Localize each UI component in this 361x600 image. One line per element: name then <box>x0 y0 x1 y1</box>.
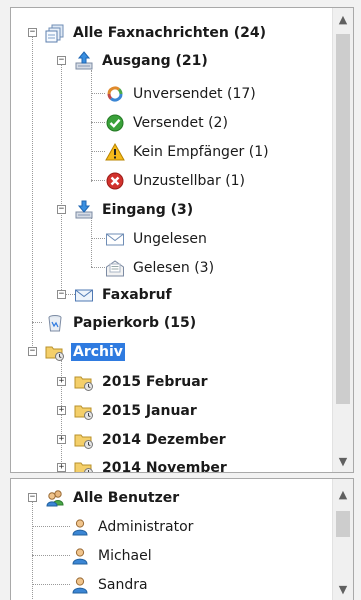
fax-folder-tree-panel: − − − − − + + + + Alle Faxnachrichten (2… <box>10 7 354 473</box>
tree-line <box>32 555 70 556</box>
archive-folder-icon <box>74 458 94 472</box>
tree-item-label: Administrator <box>98 518 194 535</box>
collapse-toggle-all-fax[interactable]: − <box>28 28 37 37</box>
vertical-scrollbar[interactable]: ▲ ▼ <box>332 8 353 472</box>
tree-item-incoming[interactable]: Eingang (3) <box>74 195 195 224</box>
user-icon <box>70 517 90 537</box>
tree-line <box>32 526 70 527</box>
tree-item-read[interactable]: Gelesen (3) <box>105 253 216 282</box>
user-tree-panel: − Alle Benutzer Administrator Michael Sa… <box>10 478 354 600</box>
tree-line <box>32 322 42 323</box>
tree-item-user[interactable]: Administrator <box>70 512 195 541</box>
tree-line <box>91 180 105 181</box>
tree-item-label: Unversendet (17) <box>133 85 256 102</box>
expand-toggle-archive-month[interactable]: + <box>57 435 66 444</box>
users-group-icon <box>45 488 65 508</box>
tree-item-label: Papierkorb (15) <box>73 314 197 331</box>
archive-folder-icon <box>74 430 94 450</box>
tree-line <box>32 32 33 356</box>
tree-item-label: Ausgang (21) <box>102 52 208 69</box>
archive-folder-icon <box>74 401 94 421</box>
inbox-icon <box>74 200 94 220</box>
tree-item-label: Kein Empfänger (1) <box>133 143 269 160</box>
archive-folder-icon <box>45 342 65 362</box>
tree-item-archive-month[interactable]: 2015 Februar <box>74 367 210 396</box>
scrollbar-thumb[interactable] <box>336 34 350 404</box>
scroll-down-arrow-icon[interactable]: ▼ <box>333 580 353 598</box>
tree-line <box>32 584 70 585</box>
tree-line <box>91 267 105 268</box>
envelope-icon <box>74 285 94 305</box>
tree-item-all-fax[interactable]: Alle Faxnachrichten (24) <box>45 18 268 47</box>
expand-toggle-archive-month[interactable]: + <box>57 377 66 386</box>
archive-folder-icon <box>74 372 94 392</box>
tree-item-archive[interactable]: Archiv <box>45 337 125 366</box>
collapse-toggle-fax-poll[interactable]: − <box>57 290 66 299</box>
tree-item-outgoing[interactable]: Ausgang (21) <box>74 46 210 75</box>
tree-item-label: Archiv <box>71 342 125 361</box>
tree-item-label: Michael <box>98 547 152 564</box>
tree-item-label: 2015 Februar <box>102 373 208 390</box>
tree-item-label: 2014 Dezember <box>102 431 226 448</box>
tree-item-archive-month[interactable]: 2015 Januar <box>74 396 199 425</box>
envelope-closed-icon <box>105 229 125 249</box>
refresh-pending-icon <box>105 84 125 104</box>
user-icon <box>70 546 90 566</box>
tree-item-unsent[interactable]: Unversendet (17) <box>105 79 258 108</box>
vertical-scrollbar[interactable]: ▲ ▼ <box>332 479 353 600</box>
tree-line <box>32 501 33 600</box>
tree-item-label: Alle Faxnachrichten (24) <box>73 24 266 41</box>
error-icon <box>105 171 125 191</box>
tree-line <box>91 70 92 182</box>
tree-item-trash[interactable]: Papierkorb (15) <box>45 308 198 337</box>
tree-item-all-users[interactable]: Alle Benutzer <box>45 483 181 512</box>
scroll-up-arrow-icon[interactable]: ▲ <box>333 485 353 503</box>
scrollbar-thumb[interactable] <box>336 511 350 537</box>
expand-toggle-archive-month[interactable]: + <box>57 406 66 415</box>
check-circle-icon <box>105 113 125 133</box>
tree-line <box>61 60 62 294</box>
tree-item-label: Eingang (3) <box>102 201 194 218</box>
tree-item-label: Versendet (2) <box>133 114 228 131</box>
user-tree: − Alle Benutzer Administrator Michael Sa… <box>11 479 331 600</box>
tree-item-label: Faxabruf <box>102 286 172 303</box>
tree-item-label: 2014 November <box>102 459 227 473</box>
tree-item-user[interactable]: Michael <box>70 541 154 570</box>
tree-item-label: Ungelesen <box>133 230 207 247</box>
tree-line <box>91 93 105 94</box>
tree-item-user[interactable]: Sandra <box>70 570 150 599</box>
warning-icon <box>105 142 125 162</box>
fax-stack-icon <box>45 23 65 43</box>
tree-line <box>91 151 105 152</box>
recycle-bin-icon <box>45 313 65 333</box>
envelope-open-icon <box>105 258 125 278</box>
fax-folder-tree: − − − − − + + + + Alle Faxnachrichten (2… <box>11 8 331 472</box>
tree-item-undeliverable[interactable]: Unzustellbar (1) <box>105 166 247 195</box>
tree-line <box>91 122 105 123</box>
collapse-toggle-incoming[interactable]: − <box>57 205 66 214</box>
collapse-toggle-all-users[interactable]: − <box>28 493 37 502</box>
tree-item-label: Alle Benutzer <box>73 489 180 506</box>
tree-item-label: Unzustellbar (1) <box>133 172 246 189</box>
tree-line <box>91 218 92 267</box>
collapse-toggle-outgoing[interactable]: − <box>57 56 66 65</box>
user-icon <box>70 575 90 595</box>
tree-item-label: Sandra <box>98 576 148 593</box>
tree-item-fax-poll[interactable]: Faxabruf <box>74 280 174 309</box>
tree-item-archive-month[interactable]: 2014 Dezember <box>74 425 228 454</box>
tree-item-label: Gelesen (3) <box>133 259 215 276</box>
tree-line <box>91 238 105 239</box>
collapse-toggle-archive[interactable]: − <box>28 347 37 356</box>
tree-item-sent[interactable]: Versendet (2) <box>105 108 230 137</box>
expand-toggle-archive-month[interactable]: + <box>57 463 66 472</box>
tree-item-no-recipient[interactable]: Kein Empfänger (1) <box>105 137 271 166</box>
outbox-icon <box>74 50 94 71</box>
scroll-down-arrow-icon[interactable]: ▼ <box>333 452 353 470</box>
tree-item-unread[interactable]: Ungelesen <box>105 224 209 253</box>
tree-item-label: 2015 Januar <box>102 402 197 419</box>
tree-item-archive-month[interactable]: 2014 November <box>74 453 229 473</box>
scroll-up-arrow-icon[interactable]: ▲ <box>333 10 353 28</box>
